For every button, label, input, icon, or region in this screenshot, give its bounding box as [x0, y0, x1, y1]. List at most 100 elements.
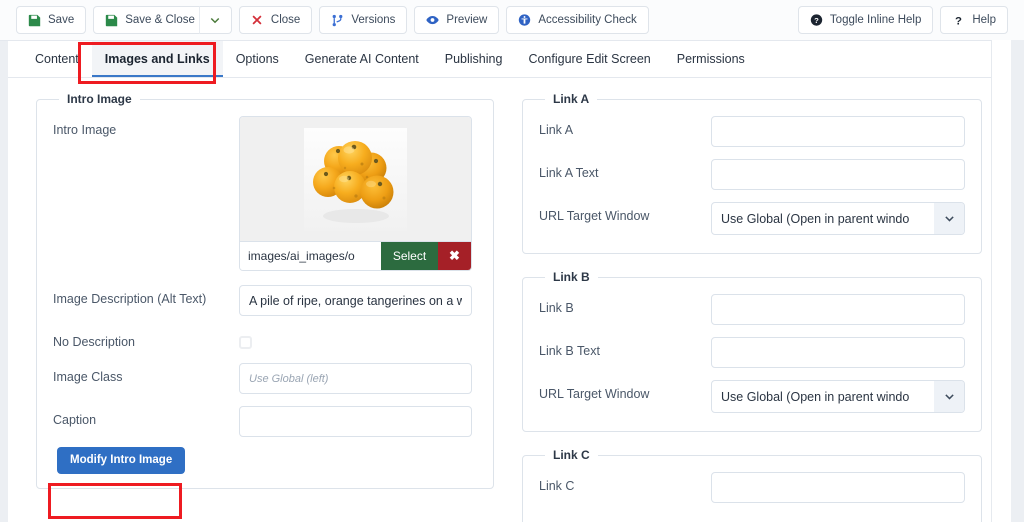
tab-label: Permissions: [676, 52, 745, 66]
link-a-panel-legend: Link A: [553, 92, 590, 106]
image-class-label: Image Class: [53, 369, 123, 384]
link-b-url-input[interactable]: [711, 294, 965, 325]
link-a-text-label: Link A Text: [539, 166, 599, 180]
link-b-text-row: Link B Text: [539, 337, 965, 368]
page-left-gutter: [0, 40, 8, 522]
accessibility-check-button-label: Accessibility Check: [538, 14, 637, 26]
link-a-panel: Link A Link A Link A Text URL Target Win…: [522, 92, 982, 254]
link-a-target-label: URL Target Window: [539, 209, 650, 223]
svg-text:?: ?: [955, 15, 962, 26]
edit-article-screen: Save Save & Close Close Versions Preview…: [0, 0, 1024, 522]
save-dropdown-button[interactable]: [198, 6, 232, 34]
link-a-url-input[interactable]: [711, 116, 965, 147]
tab-label: Content: [35, 52, 79, 66]
no-description-checkbox[interactable]: [239, 336, 252, 349]
intro-image-column: Intro Image Intro Image images/ai_images…: [8, 92, 508, 522]
caption-row: Caption: [53, 405, 477, 437]
versions-button-label: Versions: [351, 14, 396, 26]
alt-text-input[interactable]: [239, 285, 472, 316]
tab-publishing[interactable]: Publishing: [432, 41, 516, 77]
tab-label: Options: [235, 52, 279, 66]
save-button[interactable]: Save: [16, 6, 87, 34]
tab-label: Publishing: [444, 52, 503, 66]
intro-image-label: Intro Image: [53, 123, 117, 137]
modify-intro-image-row: Modify Intro Image: [53, 446, 477, 474]
link-c-url-label: Link C: [539, 479, 575, 493]
link-c-url-row: Link C: [539, 472, 965, 503]
clear-image-button[interactable]: ✖: [438, 242, 471, 270]
caption-input[interactable]: [239, 405, 472, 437]
tab-permissions[interactable]: Permissions: [664, 41, 758, 77]
link-a-text-input[interactable]: [711, 159, 965, 190]
question-circle-icon: ?: [810, 14, 823, 27]
edit-screen-tabs: Content Images and Links Options Generat…: [8, 41, 1011, 78]
intro-image-picker: images/ai_images/o Select ✖: [239, 116, 472, 271]
no-description-label: No Description: [53, 335, 135, 349]
intro-image-path-input[interactable]: images/ai_images/o: [240, 242, 381, 270]
link-b-target-selected-value: Use Global (Open in parent windo: [721, 389, 910, 404]
tab-options[interactable]: Options: [223, 41, 292, 77]
link-b-panel: Link B Link B Link B Text URL Target Win…: [522, 270, 982, 432]
page-scrollbar-track[interactable]: [1011, 40, 1024, 522]
eye-icon: [426, 14, 440, 27]
toggle-inline-help-button-label: Toggle Inline Help: [829, 14, 922, 26]
link-b-url-row: Link B: [539, 294, 965, 325]
help-button[interactable]: ? Help: [940, 6, 1008, 34]
modify-intro-image-button[interactable]: Modify Intro Image: [57, 446, 186, 474]
chevron-down-icon: [209, 14, 222, 27]
alt-text-label: Image Description (Alt Text): [53, 292, 207, 306]
chevron-down-icon: [934, 203, 964, 234]
link-a-target-row: URL Target Window Use Global (Open in pa…: [539, 202, 965, 235]
code-branch-icon: [331, 14, 344, 27]
intro-image-panel: Intro Image Intro Image images/ai_images…: [36, 92, 494, 489]
tab-content[interactable]: Content: [22, 41, 92, 77]
link-b-text-input[interactable]: [711, 337, 965, 368]
preview-button[interactable]: Preview: [414, 6, 500, 34]
intro-image-row: Intro Image images/ai_images/o Select ✖: [53, 116, 477, 271]
tab-label: Generate AI Content: [304, 52, 419, 66]
chevron-down-icon: [934, 381, 964, 412]
link-b-url-label: Link B: [539, 301, 574, 315]
link-a-target-selected-value: Use Global (Open in parent windo: [721, 211, 910, 226]
svg-text:?: ?: [814, 16, 819, 25]
tab-configure-edit-screen[interactable]: Configure Edit Screen: [515, 41, 663, 77]
no-description-row: No Description: [53, 328, 477, 351]
intro-image-panel-legend: Intro Image: [67, 92, 132, 106]
link-a-url-row: Link A: [539, 116, 965, 147]
save-and-close-button[interactable]: Save & Close: [93, 6, 207, 34]
link-c-url-input[interactable]: [711, 472, 965, 503]
versions-button[interactable]: Versions: [319, 6, 408, 34]
tangerines-photo: [304, 127, 407, 231]
intro-image-thumbnail: [304, 127, 407, 231]
link-b-panel-legend: Link B: [553, 270, 590, 284]
help-button-label: Help: [972, 14, 996, 26]
link-a-target-select[interactable]: Use Global (Open in parent windo: [711, 202, 965, 235]
link-b-target-select[interactable]: Use Global (Open in parent windo: [711, 380, 965, 413]
link-c-panel-legend: Link C: [553, 448, 590, 462]
close-button[interactable]: Close: [238, 6, 313, 34]
link-b-target-row: URL Target Window Use Global (Open in pa…: [539, 380, 965, 413]
page-right-inner-gutter: [991, 40, 1011, 522]
image-class-row: Image Class: [53, 362, 477, 394]
question-mark-icon: ?: [952, 14, 965, 26]
tab-label: Images and Links: [104, 52, 210, 66]
caption-label: Caption: [53, 412, 97, 427]
tab-images-and-links[interactable]: Images and Links: [91, 41, 223, 77]
links-column: Link A Link A Link A Text URL Target Win…: [508, 92, 998, 522]
editor-toolbar: Save Save & Close Close Versions Preview…: [0, 0, 1024, 41]
accessibility-icon: [518, 14, 531, 27]
floppy-disk-icon: [28, 14, 41, 27]
link-c-panel: Link C Link C: [522, 448, 982, 522]
alt-text-row: Image Description (Alt Text): [53, 285, 477, 316]
tab-label: Configure Edit Screen: [528, 52, 651, 66]
save-button-label: Save: [48, 14, 75, 26]
preview-button-label: Preview: [446, 14, 488, 26]
intro-image-preview-area: [240, 117, 471, 241]
tab-generate-ai-content[interactable]: Generate AI Content: [292, 41, 432, 77]
select-image-button[interactable]: Select: [381, 242, 438, 270]
accessibility-check-button[interactable]: Accessibility Check: [506, 6, 649, 34]
toggle-inline-help-button[interactable]: ? Toggle Inline Help: [797, 6, 934, 34]
intro-image-controls: images/ai_images/o Select ✖: [240, 241, 471, 270]
image-class-input[interactable]: [239, 362, 472, 394]
link-b-target-label: URL Target Window: [539, 387, 650, 401]
